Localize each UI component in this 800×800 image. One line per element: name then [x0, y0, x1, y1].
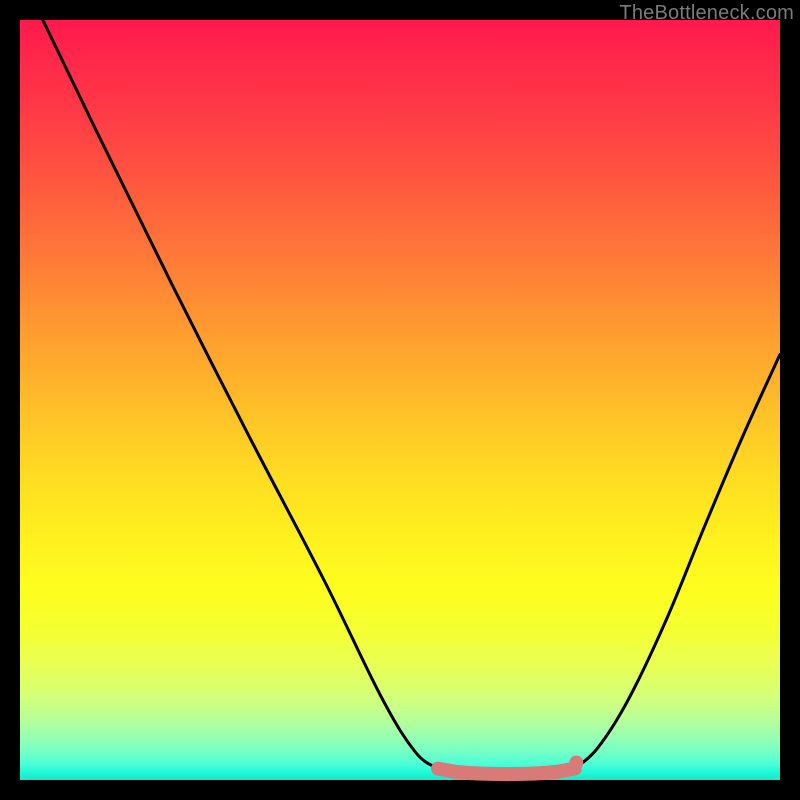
- chart-frame: TheBottleneck.com: [0, 0, 800, 800]
- accent-dot: [569, 756, 583, 770]
- plot-area: [20, 20, 780, 780]
- bottom-band: [438, 769, 575, 775]
- left-curve: [43, 20, 438, 769]
- right-curve: [575, 354, 780, 768]
- curve-svg: [20, 20, 780, 780]
